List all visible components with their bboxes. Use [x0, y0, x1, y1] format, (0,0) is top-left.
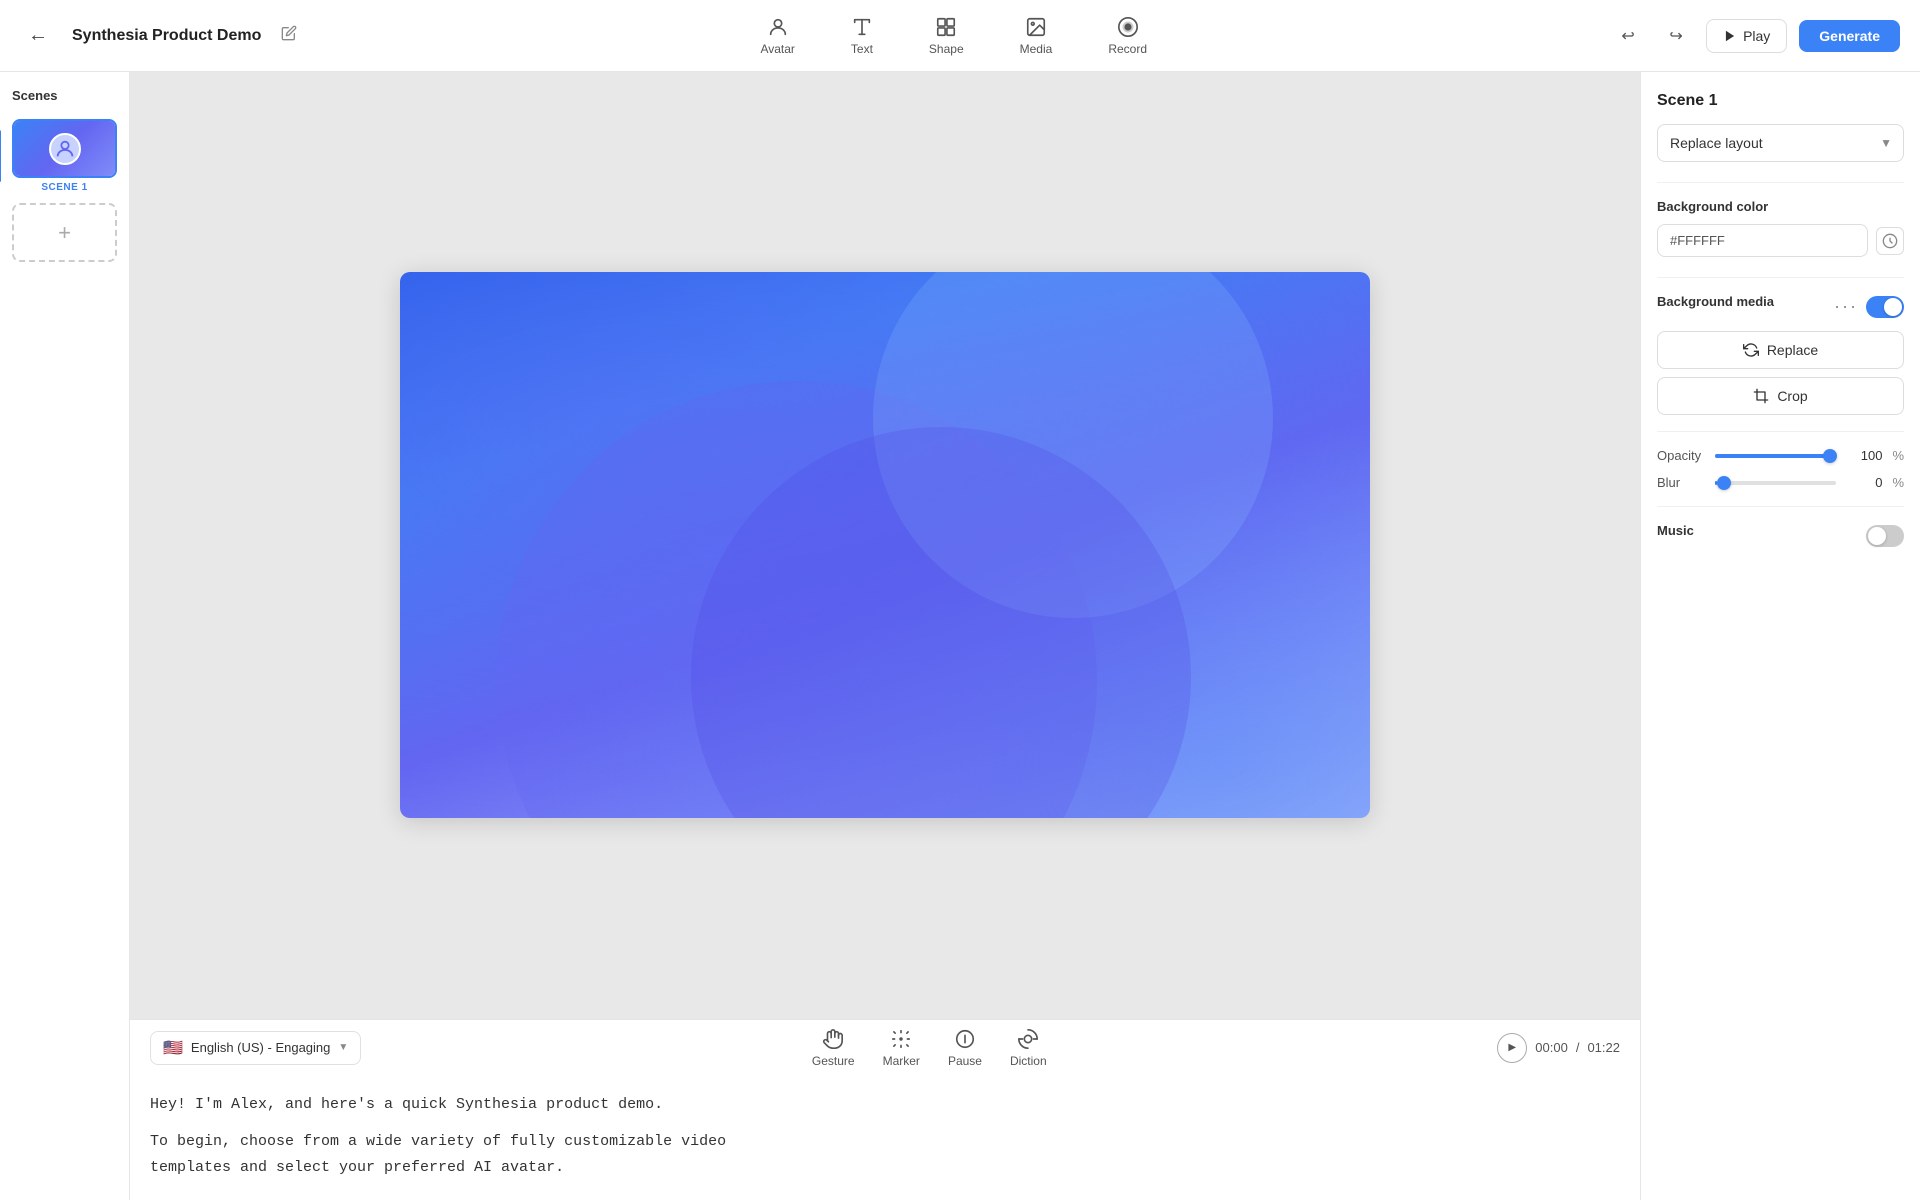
toolbar-right: ↩ ↪ Play Generate: [1610, 18, 1900, 54]
main-layout: Scenes SCENE 1 +: [0, 72, 1920, 1200]
music-toggle[interactable]: [1866, 525, 1904, 547]
scenes-sidebar: Scenes SCENE 1 +: [0, 72, 130, 1200]
divider-4: [1657, 506, 1904, 507]
bg-media-header: Background media ···: [1657, 294, 1904, 319]
edit-title-icon[interactable]: [281, 25, 297, 46]
redo-button[interactable]: ↪: [1658, 18, 1694, 54]
opacity-value: 100: [1846, 448, 1882, 463]
project-title: Synthesia Product Demo: [72, 27, 261, 45]
opacity-slider[interactable]: [1715, 454, 1836, 458]
scene-thumbnail-1[interactable]: [12, 119, 117, 178]
music-label: Music: [1657, 523, 1694, 538]
language-flag: 🇺🇸: [163, 1038, 183, 1058]
more-options-icon[interactable]: ···: [1834, 296, 1858, 317]
music-toggle-knob: [1868, 527, 1886, 545]
script-line-1: Hey! I'm Alex, and here's a quick Synthe…: [150, 1092, 930, 1118]
add-scene-button[interactable]: +: [12, 203, 117, 262]
replace-layout-select[interactable]: Replace layout: [1657, 124, 1904, 162]
scene-avatar-icon: [49, 133, 81, 165]
divider-1: [1657, 182, 1904, 183]
bottom-controls: 🇺🇸 English (US) - Engaging ▼ Gesture: [150, 1020, 1620, 1076]
crop-media-button[interactable]: Crop: [1657, 377, 1904, 415]
back-button[interactable]: ←: [20, 18, 56, 54]
replace-media-button[interactable]: Replace: [1657, 331, 1904, 369]
script-area[interactable]: Hey! I'm Alex, and here's a quick Synthe…: [150, 1076, 930, 1200]
music-row: Music: [1657, 523, 1904, 548]
diction-button[interactable]: Diction: [1010, 1028, 1047, 1068]
scene-1-label: SCENE 1: [12, 182, 117, 193]
language-label: English (US) - Engaging: [191, 1040, 330, 1055]
avatar-tool[interactable]: Avatar: [752, 12, 802, 60]
replace-layout-wrapper: Replace layout ▼: [1657, 124, 1904, 162]
toggle-knob: [1884, 298, 1902, 316]
scene-1-title: Scene 1: [1657, 92, 1904, 110]
canvas[interactable]: [400, 272, 1370, 818]
generate-button[interactable]: Generate: [1799, 20, 1900, 52]
blur-slider[interactable]: [1715, 481, 1836, 485]
shape-tool[interactable]: Shape: [921, 12, 972, 60]
opacity-label: Opacity: [1657, 448, 1705, 463]
canvas-wrapper: [130, 72, 1640, 1019]
pause-button[interactable]: Pause: [948, 1028, 982, 1068]
bg-media-actions: ···: [1834, 296, 1904, 318]
script-line-3: templates and select your preferred AI a…: [150, 1155, 930, 1181]
blur-unit: %: [1892, 475, 1904, 490]
script-spacer: [150, 1117, 930, 1129]
canvas-background: [400, 272, 1370, 818]
marker-button[interactable]: Marker: [883, 1028, 920, 1068]
gesture-button[interactable]: Gesture: [812, 1028, 855, 1068]
bg-color-row: #FFFFFF: [1657, 224, 1904, 257]
scenes-label: Scenes: [12, 88, 117, 103]
media-tool[interactable]: Media: [1012, 12, 1061, 60]
canvas-area: 🇺🇸 English (US) - Engaging ▼ Gesture: [130, 72, 1640, 1200]
toolbar: ← Synthesia Product Demo Avatar Text: [0, 0, 1920, 72]
chevron-down-icon: ▼: [338, 1042, 348, 1053]
time-current: 00:00: [1535, 1040, 1568, 1055]
undo-button[interactable]: ↩: [1610, 18, 1646, 54]
time-total: 01:22: [1587, 1040, 1620, 1055]
record-tool[interactable]: Record: [1100, 12, 1155, 60]
opacity-row: Opacity 100 %: [1657, 448, 1904, 463]
divider-3: [1657, 431, 1904, 432]
right-panel: Scene 1 Replace layout ▼ Background colo…: [1640, 72, 1920, 1200]
bg-media-toggle[interactable]: [1866, 296, 1904, 318]
toolbar-tools: Avatar Text Shape: [313, 12, 1594, 60]
text-tool[interactable]: Text: [843, 12, 881, 60]
color-value-display[interactable]: #FFFFFF: [1657, 224, 1868, 257]
blur-row: Blur 0 %: [1657, 475, 1904, 490]
play-button[interactable]: Play: [1706, 19, 1787, 53]
divider-2: [1657, 277, 1904, 278]
opacity-unit: %: [1892, 448, 1904, 463]
blur-value: 0: [1846, 475, 1882, 490]
time-display: ▶ 00:00 / 01:22: [1497, 1033, 1620, 1063]
active-scene-indicator: [0, 130, 1, 182]
bg-media-label: Background media: [1657, 294, 1774, 309]
bg-color-label: Background color: [1657, 199, 1904, 214]
language-selector[interactable]: 🇺🇸 English (US) - Engaging ▼: [150, 1031, 361, 1065]
blur-label: Blur: [1657, 475, 1705, 490]
color-picker-icon[interactable]: [1876, 227, 1904, 255]
script-line-2: To begin, choose from a wide variety of …: [150, 1129, 930, 1155]
play-preview-button[interactable]: ▶: [1497, 1033, 1527, 1063]
bottom-panel: 🇺🇸 English (US) - Engaging ▼ Gesture: [130, 1019, 1640, 1200]
media-controls: Gesture: [812, 1028, 1047, 1068]
time-separator: /: [1576, 1040, 1580, 1055]
